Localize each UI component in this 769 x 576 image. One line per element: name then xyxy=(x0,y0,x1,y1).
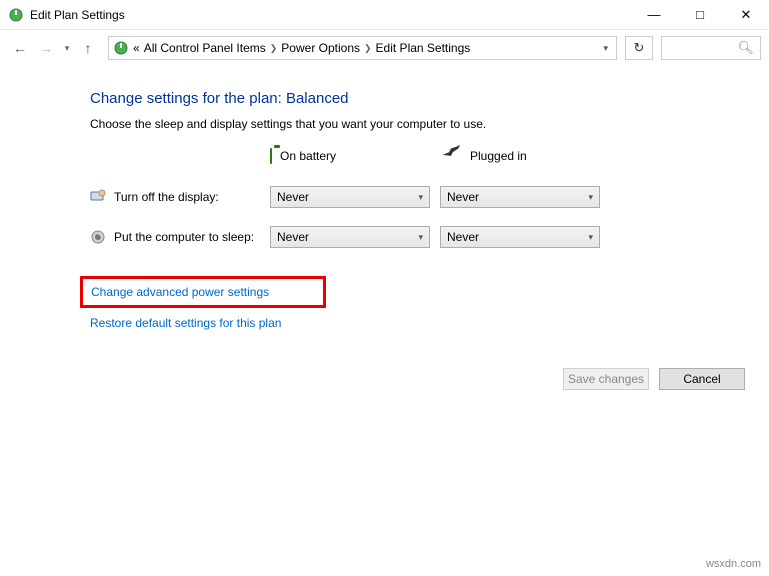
on-battery-column: On battery xyxy=(270,149,430,163)
chevron-right-icon: ❯ xyxy=(270,43,278,54)
address-dropdown[interactable]: ▾ xyxy=(599,43,612,54)
setting-label: Put the computer to sleep: xyxy=(90,229,270,245)
battery-icon xyxy=(270,149,272,163)
breadcrumb-item[interactable]: All Control Panel Items ❯ xyxy=(144,41,278,55)
up-button[interactable]: ↑ xyxy=(76,36,100,60)
restore-defaults-link[interactable]: Restore default settings for this plan xyxy=(90,316,281,330)
setting-label: Turn off the display: xyxy=(90,189,270,205)
search-icon: 🔍︎ xyxy=(737,40,754,56)
breadcrumb-prefix: « xyxy=(133,41,140,55)
highlight-annotation: Change advanced power settings xyxy=(80,276,326,308)
watermark: wsxdn.com xyxy=(706,558,761,570)
titlebar: Edit Plan Settings — □ ✕ xyxy=(0,0,769,30)
save-button[interactable]: Save changes xyxy=(563,368,649,390)
sleep-battery-dropdown[interactable]: Never ▾ xyxy=(270,226,430,248)
sleep-row: Put the computer to sleep: Never ▾ Never… xyxy=(90,226,679,248)
history-dropdown[interactable]: ▾ xyxy=(60,36,74,60)
content-area: Change settings for the plan: Balanced C… xyxy=(0,66,769,340)
display-icon xyxy=(90,189,106,205)
power-plan-icon xyxy=(8,7,24,23)
address-bar[interactable]: « All Control Panel Items ❯ Power Option… xyxy=(108,36,617,60)
window-title: Edit Plan Settings xyxy=(30,8,631,22)
page-heading: Change settings for the plan: Balanced xyxy=(90,90,679,107)
chevron-down-icon: ▾ xyxy=(418,232,423,243)
forward-button[interactable]: → xyxy=(34,36,58,60)
plugged-in-column: Plugged in xyxy=(440,143,600,168)
breadcrumb-item[interactable]: Edit Plan Settings xyxy=(376,41,471,55)
power-plan-icon xyxy=(113,40,129,56)
minimize-button[interactable]: — xyxy=(631,0,677,29)
button-row: Save changes Cancel xyxy=(563,368,745,390)
columns-header: On battery Plugged in xyxy=(90,143,679,168)
plug-icon xyxy=(440,143,462,168)
back-button[interactable]: ← xyxy=(8,36,32,60)
window-controls: — □ ✕ xyxy=(631,0,769,29)
page-subtext: Choose the sleep and display settings th… xyxy=(90,117,679,131)
change-advanced-link[interactable]: Change advanced power settings xyxy=(91,285,269,299)
maximize-button[interactable]: □ xyxy=(677,0,723,29)
navbar: ← → ▾ ↑ « All Control Panel Items ❯ Powe… xyxy=(0,30,769,66)
display-battery-dropdown[interactable]: Never ▾ xyxy=(270,186,430,208)
search-input[interactable]: 🔍︎ xyxy=(661,36,761,60)
turn-off-display-row: Turn off the display: Never ▾ Never ▾ xyxy=(90,186,679,208)
close-button[interactable]: ✕ xyxy=(723,0,769,29)
sleep-icon xyxy=(90,229,106,245)
display-plugged-dropdown[interactable]: Never ▾ xyxy=(440,186,600,208)
chevron-down-icon: ▾ xyxy=(418,192,423,203)
refresh-button[interactable]: ↻ xyxy=(625,36,653,60)
chevron-down-icon: ▾ xyxy=(588,232,593,243)
cancel-button[interactable]: Cancel xyxy=(659,368,745,390)
chevron-right-icon: ❯ xyxy=(364,43,372,54)
chevron-down-icon: ▾ xyxy=(588,192,593,203)
breadcrumb-item[interactable]: Power Options ❯ xyxy=(281,41,371,55)
sleep-plugged-dropdown[interactable]: Never ▾ xyxy=(440,226,600,248)
links-section: Change advanced power settings Restore d… xyxy=(90,276,679,330)
